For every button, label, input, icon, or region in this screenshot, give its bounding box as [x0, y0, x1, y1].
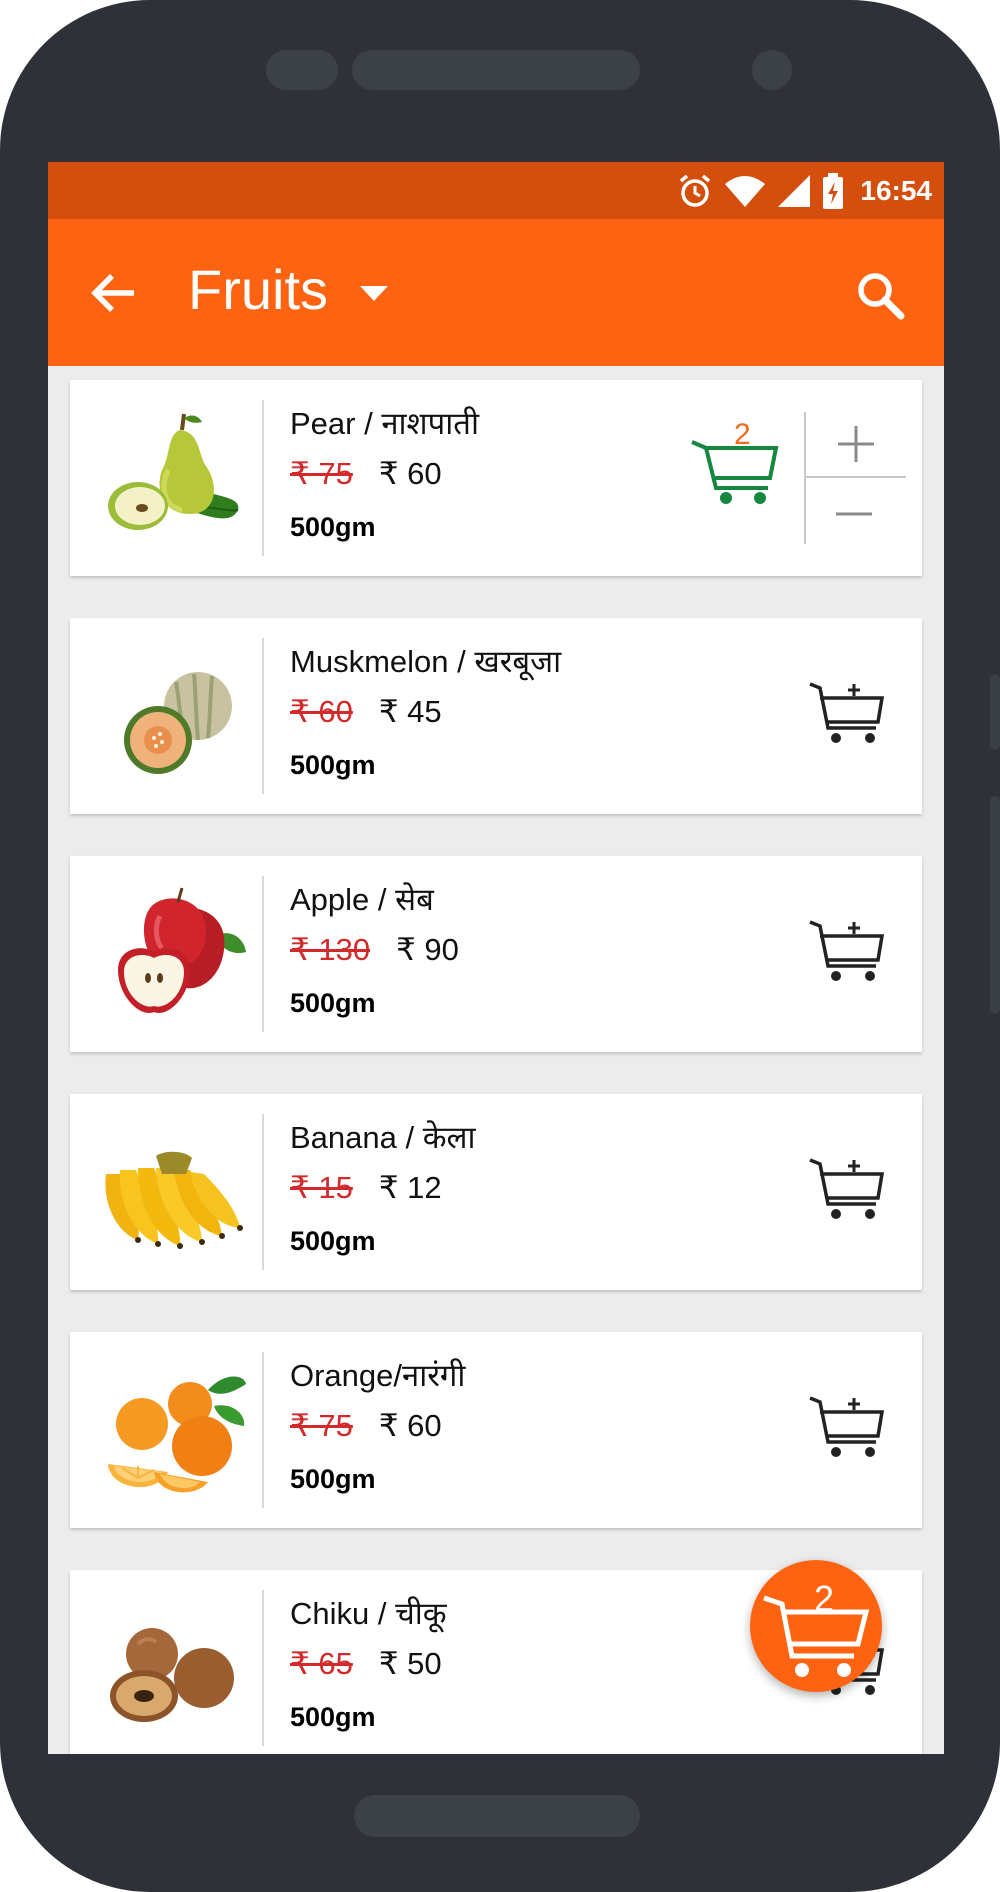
add-to-cart-icon[interactable] [808, 918, 884, 986]
apple-icon [118, 887, 246, 1013]
orange-icon [108, 1376, 246, 1493]
product-info: Orange/नारंगी ₹ 75 ₹ 60 500gm [290, 1354, 465, 1498]
sale-price: ₹ 50 [378, 1646, 442, 1681]
sale-price: ₹ 12 [378, 1170, 442, 1205]
add-to-cart-icon[interactable] [808, 680, 884, 748]
product-card-pear[interactable]: Pear / नाशपाती ₹ 75 ₹ 60 500gm 2 [70, 380, 922, 576]
product-card-banana[interactable]: Banana / केला ₹ 15 ₹ 12 500gm [70, 1094, 922, 1290]
home-button[interactable] [354, 1795, 640, 1837]
alarm-icon [680, 174, 711, 207]
app-bar: Fruits [48, 219, 944, 366]
product-name: Orange/नारंगी [290, 1358, 466, 1393]
product-weight: 500gm [290, 1702, 376, 1732]
divider [262, 638, 264, 794]
product-card-orange[interactable]: Orange/नारंगी ₹ 75 ₹ 60 500gm [70, 1332, 922, 1528]
battery-charging-icon [823, 173, 844, 209]
product-info: Chiku / चीकू ₹ 65 ₹ 50 500gm [290, 1592, 447, 1736]
earpiece-speaker [352, 50, 640, 90]
minus-icon[interactable] [806, 482, 906, 544]
cart-count-badge: 2 [814, 1578, 835, 1619]
cart-quantity: 2 [734, 418, 751, 451]
divider [262, 1590, 264, 1746]
screen: 16:54 Fruits Pear / नाशपाती ₹ 75 ₹ 60 50… [48, 162, 944, 1754]
sale-price: ₹ 60 [378, 1408, 442, 1443]
banana-icon [105, 1151, 243, 1249]
arrow-left-icon[interactable] [86, 265, 142, 321]
sale-price: ₹ 90 [396, 932, 459, 967]
product-name: Banana / केला [290, 1120, 476, 1155]
product-name: Apple / सेब [290, 882, 434, 917]
original-price: ₹ 75 [290, 456, 353, 491]
divider [262, 400, 264, 556]
chiku-icon [110, 1628, 234, 1722]
phone-frame: 16:54 Fruits Pear / नाशपाती ₹ 75 ₹ 60 50… [0, 0, 1000, 1892]
product-name: Muskmelon / खरबूजा [290, 644, 562, 679]
original-price: ₹ 75 [290, 1408, 353, 1443]
front-camera [752, 50, 792, 90]
muskmelon-icon [124, 672, 232, 774]
front-sensor [266, 50, 338, 90]
product-info: Apple / सेब ₹ 130 ₹ 90 500gm [290, 878, 459, 1022]
sale-price: ₹ 60 [378, 456, 442, 491]
caret-down-icon [360, 285, 388, 301]
product-weight: 500gm [290, 1226, 376, 1256]
product-info: Pear / नाशपाती ₹ 75 ₹ 60 500gm [290, 402, 479, 546]
original-price: ₹ 130 [290, 932, 371, 967]
status-bar: 16:54 [48, 162, 944, 219]
product-card-muskmelon[interactable]: Muskmelon / खरबूजा ₹ 60 ₹ 45 500gm [70, 618, 922, 814]
original-price: ₹ 15 [290, 1170, 353, 1205]
search-icon[interactable] [854, 269, 906, 321]
product-info: Muskmelon / खरबूजा ₹ 60 ₹ 45 500gm [290, 640, 561, 784]
power-button [990, 674, 1000, 750]
product-weight: 500gm [290, 1464, 376, 1494]
product-weight: 500gm [290, 512, 376, 542]
product-weight: 500gm [290, 750, 376, 780]
sale-price: ₹ 45 [378, 694, 442, 729]
stepper-divider [806, 476, 906, 478]
wifi-icon [725, 176, 766, 207]
page-title: Fruits [188, 258, 328, 321]
category-selector[interactable]: Fruits [188, 257, 388, 322]
add-to-cart-icon[interactable] [808, 1394, 884, 1462]
product-weight: 500gm [290, 988, 376, 1018]
volume-button [990, 796, 1000, 1014]
divider [262, 1114, 264, 1270]
pear-icon [108, 413, 239, 530]
product-card-apple[interactable]: Apple / सेब ₹ 130 ₹ 90 500gm [70, 856, 922, 1052]
cart-fab-button[interactable]: 2 [750, 1560, 882, 1692]
product-info: Banana / केला ₹ 15 ₹ 12 500gm [290, 1116, 476, 1260]
plus-icon[interactable] [806, 412, 906, 474]
signal-icon [778, 175, 811, 207]
original-price: ₹ 65 [290, 1646, 353, 1681]
divider [262, 1352, 264, 1508]
original-price: ₹ 60 [290, 694, 353, 729]
product-name: Pear / नाशपाती [290, 406, 479, 441]
in-cart-indicator: 2 [690, 408, 780, 508]
divider [262, 876, 264, 1032]
quantity-stepper [804, 412, 906, 544]
add-to-cart-icon[interactable] [808, 1156, 884, 1224]
product-name: Chiku / चीकू [290, 1596, 447, 1631]
status-time: 16:54 [860, 175, 932, 206]
